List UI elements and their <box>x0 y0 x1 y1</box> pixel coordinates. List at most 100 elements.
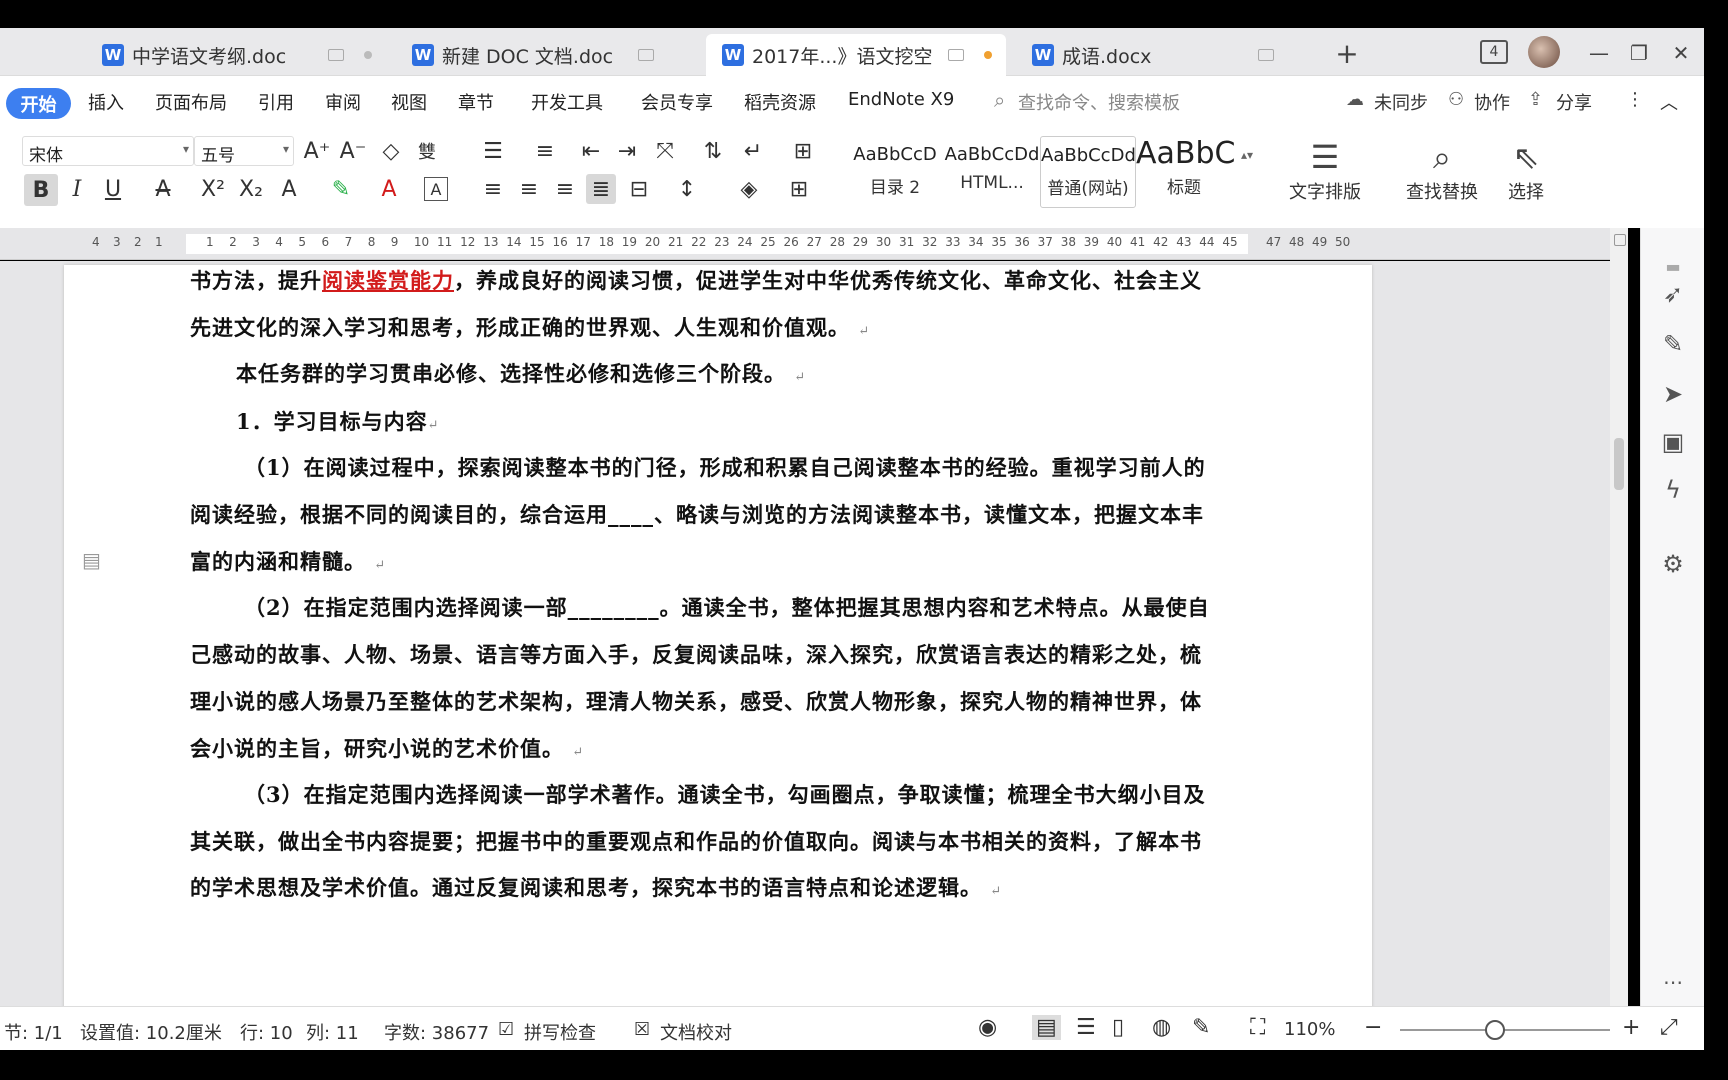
subscript-icon[interactable]: X₂ <box>236 174 266 204</box>
underline-icon[interactable]: U <box>98 174 128 204</box>
command-search-input[interactable]: 查找命令、搜索模板 <box>1018 89 1180 115</box>
restore-button[interactable]: ❐ <box>1622 36 1656 70</box>
align-left-icon[interactable]: ≡ <box>478 174 508 204</box>
fit-page-icon[interactable]: ⛶ <box>1250 1015 1265 1040</box>
collapse-ribbon-icon[interactable]: ︿ <box>1660 89 1678 115</box>
window-count-button[interactable]: 4 <box>1480 40 1508 64</box>
word-count[interactable]: 字数: 38677 <box>384 1019 489 1045</box>
align-right-icon[interactable]: ≡ <box>550 174 580 204</box>
collab-button[interactable]: 协作 <box>1474 89 1510 115</box>
font-color-icon[interactable]: A <box>374 174 404 204</box>
section-info[interactable]: 节: 1/1 <box>4 1019 63 1045</box>
style-heading[interactable]: AaBbC 标题 <box>1136 136 1235 208</box>
share-button[interactable]: 分享 <box>1556 89 1592 115</box>
lightning-icon[interactable]: ϟ <box>1657 474 1689 506</box>
scrollbar-thumb[interactable] <box>1614 438 1624 490</box>
zoom-in-icon[interactable]: + <box>1622 1015 1640 1040</box>
zoom-slider-track[interactable] <box>1400 1029 1610 1031</box>
menu-review[interactable]: 审阅 <box>325 89 361 115</box>
screen-icon[interactable] <box>638 49 654 61</box>
shading-icon[interactable]: ◈ <box>734 174 764 204</box>
bold-icon[interactable]: B <box>24 174 58 206</box>
justify-icon[interactable]: ≣ <box>586 174 616 204</box>
menu-references[interactable]: 引用 <box>258 89 294 115</box>
align-center-icon[interactable]: ≡ <box>514 174 544 204</box>
sync-status[interactable]: 未同步 <box>1374 89 1428 115</box>
typeset-button[interactable]: ☰ 文字排版 <box>1280 138 1370 204</box>
select-button[interactable]: ⇖ 选择 <box>1494 138 1558 204</box>
menu-endnote[interactable]: EndNote X9 <box>848 89 954 110</box>
style-toc2[interactable]: AaBbCcD 目录 2 <box>846 136 944 208</box>
write-mode-icon[interactable]: ✎ <box>1192 1015 1210 1040</box>
more-icon[interactable]: ⋮ <box>1626 89 1644 110</box>
outline-view-icon[interactable]: ☰ <box>1076 1015 1096 1040</box>
minimize-button[interactable]: — <box>1582 36 1616 70</box>
fullscreen-icon[interactable]: ⤢ <box>1660 1015 1678 1040</box>
zoom-slider-knob[interactable] <box>1484 1020 1505 1040</box>
decrease-indent-icon[interactable]: ⇤ <box>576 136 606 166</box>
menu-start[interactable]: 开始 <box>6 88 71 119</box>
screen-icon[interactable] <box>328 49 344 61</box>
screen-icon[interactable] <box>1258 49 1274 61</box>
zoom-out-icon[interactable]: − <box>1364 1015 1382 1040</box>
distributed-icon[interactable]: ⊟ <box>624 174 654 204</box>
sliders-icon[interactable]: ⚙ <box>1657 548 1689 580</box>
reading-view-icon[interactable]: ▯ <box>1112 1015 1124 1040</box>
close-button[interactable]: ✕ <box>1664 36 1698 70</box>
text-direction-icon[interactable]: ⤧ <box>650 136 680 166</box>
screen-icon[interactable] <box>948 49 964 61</box>
menu-insert[interactable]: 插入 <box>88 89 124 115</box>
clear-format-icon[interactable]: ◇ <box>376 136 406 166</box>
text-effect-icon[interactable]: A <box>274 174 304 204</box>
increase-indent-icon[interactable]: ⇥ <box>612 136 642 166</box>
superscript-icon[interactable]: X² <box>198 174 228 204</box>
document-page[interactable]: 书方法，提升阅读鉴赏能力，养成良好的阅读习惯，促进学生对中华优秀传统文化、革命文… <box>64 265 1372 1006</box>
font-size-select[interactable]: 五号 <box>194 136 294 166</box>
image-tool-icon[interactable]: ▣ <box>1657 426 1689 458</box>
char-border-icon[interactable]: A <box>424 177 448 201</box>
line-spacing-icon[interactable]: ↕ <box>672 174 702 204</box>
eye-protect-icon[interactable]: ◉ <box>978 1015 997 1040</box>
setting-value[interactable]: 设置值: 10.2厘米 <box>80 1019 222 1045</box>
strikethrough-icon[interactable]: A <box>148 174 178 204</box>
menu-page-layout[interactable]: 页面布局 <box>155 89 227 115</box>
style-html[interactable]: AaBbCcDd HTML... <box>944 136 1040 208</box>
pen-icon[interactable]: ✎ <box>1657 328 1689 360</box>
menu-developer[interactable]: 开发工具 <box>531 89 603 115</box>
vertical-scrollbar[interactable] <box>1610 228 1628 1006</box>
proofread-button[interactable]: 文档校对 <box>660 1019 732 1045</box>
spellcheck-button[interactable]: 拼写检查 <box>524 1019 596 1045</box>
split-icon[interactable] <box>1614 234 1626 246</box>
zoom-level[interactable]: 110% <box>1284 1019 1335 1040</box>
borders-icon[interactable]: ⊞ <box>784 174 814 204</box>
row-info[interactable]: 行: 10 <box>240 1019 293 1045</box>
font-name-select[interactable]: 宋体 <box>22 136 194 166</box>
tab-2017-yuwen-wakong[interactable]: W 2017年...》语文挖空 <box>706 34 1006 76</box>
numbered-list-icon[interactable]: ≡ <box>530 136 560 166</box>
paragraph-menu-icon[interactable]: ▤ <box>82 548 101 572</box>
horizontal-ruler[interactable]: 4 3 2 1 1 2 3 4 5 6 7 8 9 10 11 12 13 14 15 16 17 18 19 20 21 22 2… <box>0 228 1628 260</box>
phonetic-icon[interactable]: 雙 <box>412 136 442 166</box>
bullet-list-icon[interactable]: ☰ <box>478 136 508 166</box>
tab-zhongxue-yuwen[interactable]: W 中学语文考纲.doc <box>86 34 386 76</box>
table-tools-icon[interactable]: ⊞ <box>788 136 818 166</box>
user-avatar[interactable] <box>1528 36 1560 68</box>
tab-new-doc[interactable]: W 新建 DOC 文档.doc <box>396 34 696 76</box>
shrink-font-icon[interactable]: A⁻ <box>338 136 368 166</box>
rocket-icon[interactable]: ➶ <box>1657 278 1689 310</box>
menu-docer[interactable]: 稻壳资源 <box>744 89 816 115</box>
col-info[interactable]: 列: 11 <box>306 1019 359 1045</box>
page-view-icon[interactable]: ▤ <box>1032 1015 1061 1040</box>
highlight-icon[interactable]: ✎ <box>326 174 356 204</box>
tab-chengyu[interactable]: W 成语.docx <box>1016 34 1316 76</box>
style-scroll-icon[interactable]: ▴▾ <box>1232 140 1262 170</box>
new-tab-button[interactable]: + <box>1330 36 1364 70</box>
find-replace-button[interactable]: ⌕ 查找替换 <box>1392 138 1492 204</box>
italic-icon[interactable]: I <box>62 174 92 204</box>
sort-icon[interactable]: ⇅ <box>698 136 728 166</box>
grow-font-icon[interactable]: A⁺ <box>302 136 332 166</box>
menu-view[interactable]: 视图 <box>391 89 427 115</box>
show-marks-icon[interactable]: ↵ <box>738 136 768 166</box>
menu-chapter[interactable]: 章节 <box>458 89 494 115</box>
style-normal-web[interactable]: AaBbCcDd 普通(网站) <box>1040 136 1136 208</box>
